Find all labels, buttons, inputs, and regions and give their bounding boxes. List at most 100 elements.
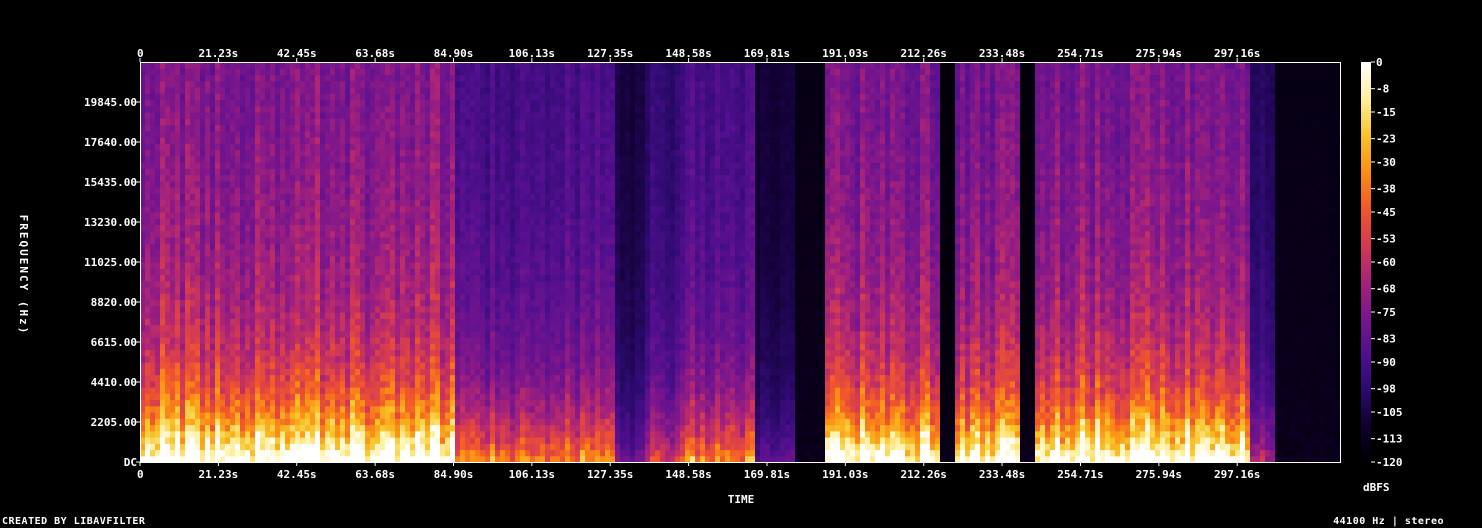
heatmap-cell [355, 430, 361, 438]
heatmap-cell [215, 243, 221, 251]
heatmap-cell [285, 105, 291, 113]
heatmap-cell [260, 430, 266, 438]
heatmap-cell [505, 87, 511, 94]
heatmap-cell [340, 180, 346, 188]
heatmap-cell [430, 280, 436, 288]
heatmap-cell [355, 424, 361, 432]
heatmap-cell [525, 199, 531, 207]
heatmap-cell [430, 449, 436, 457]
heatmap-cell [375, 193, 381, 201]
heatmap-cell [330, 162, 336, 169]
heatmap-cell [400, 99, 406, 107]
heatmap-cell [480, 305, 486, 313]
heatmap-cell [320, 68, 326, 76]
heatmap-cell [180, 387, 186, 394]
heatmap-cell [160, 343, 166, 351]
heatmap-cell [375, 162, 381, 169]
heatmap-cell [475, 349, 481, 357]
heatmap-cell [265, 280, 271, 288]
heatmap-cell [250, 68, 256, 76]
heatmap-cell [295, 74, 301, 82]
heatmap-cell [365, 399, 371, 407]
heatmap-cell [330, 143, 336, 151]
heatmap-cell [150, 274, 156, 282]
heatmap-cell [155, 337, 161, 344]
heatmap-cell [355, 405, 361, 413]
heatmap-cell [320, 87, 326, 94]
heatmap-cell [515, 430, 521, 438]
heatmap-cell [515, 349, 521, 357]
heatmap-cell [285, 443, 291, 451]
heatmap-cell [430, 424, 436, 432]
heatmap-cell [195, 205, 201, 213]
heatmap-cell [475, 218, 481, 226]
heatmap-cell [335, 393, 341, 401]
heatmap-cell [430, 430, 436, 438]
heatmap-cell [375, 230, 381, 238]
heatmap-cell [420, 268, 426, 276]
heatmap-cell [335, 274, 341, 282]
heatmap-cell [195, 312, 201, 319]
heatmap-cell [505, 399, 511, 407]
heatmap-cell [360, 318, 366, 326]
heatmap-cell [180, 368, 186, 376]
heatmap-cell [420, 80, 426, 88]
heatmap-cell [145, 199, 151, 207]
heatmap-cell [175, 249, 181, 257]
heatmap-cell [415, 193, 421, 201]
heatmap-cell [365, 405, 371, 413]
heatmap-cell [245, 374, 251, 382]
heatmap-cell [160, 280, 166, 288]
heatmap-cell [200, 393, 206, 401]
heatmap-cell [150, 149, 156, 157]
heatmap-cell [445, 187, 451, 194]
heatmap-cell [370, 118, 376, 126]
heatmap-cell [460, 180, 466, 188]
heatmap-cell [285, 299, 291, 307]
heatmap-cell [255, 205, 261, 213]
heatmap-cell [335, 112, 341, 119]
heatmap-cell [430, 118, 436, 126]
heatmap-cell [460, 268, 466, 276]
heatmap-cell [275, 424, 281, 432]
heatmap-cell [395, 180, 401, 188]
heatmap-cell [160, 305, 166, 313]
heatmap-cell [420, 437, 426, 444]
heatmap-cell [220, 62, 226, 69]
heatmap-cell [430, 362, 436, 369]
heatmap-cell [210, 74, 216, 82]
heatmap-cell [175, 412, 181, 419]
heatmap-cell [320, 268, 326, 276]
heatmap-cell [365, 187, 371, 194]
heatmap-cell [380, 324, 386, 332]
heatmap-cell [485, 399, 491, 407]
heatmap-cell [525, 312, 531, 319]
heatmap-cell [505, 424, 511, 432]
heatmap-cell [195, 293, 201, 301]
heatmap-cell [405, 187, 411, 194]
heatmap-cell [425, 293, 431, 301]
heatmap-cell [505, 218, 511, 226]
heatmap-cell [260, 112, 266, 119]
heatmap-cell [220, 162, 226, 169]
heatmap-cell [145, 305, 151, 313]
heatmap-cell [420, 112, 426, 119]
heatmap-cell [370, 249, 376, 257]
heatmap-cell [235, 105, 241, 113]
heatmap-cell [205, 255, 211, 263]
heatmap-cell [420, 74, 426, 82]
heatmap-cell [335, 318, 341, 326]
heatmap-cell [425, 249, 431, 257]
heatmap-cell [455, 287, 461, 294]
heatmap-cell [310, 399, 316, 407]
heatmap-cell [250, 418, 256, 426]
heatmap-cell [495, 155, 501, 163]
heatmap-cell [150, 80, 156, 88]
heatmap-cell [345, 318, 351, 326]
heatmap-cell [525, 218, 531, 226]
heatmap-cell [365, 387, 371, 394]
heatmap-cell [295, 130, 301, 138]
heatmap-cell [465, 224, 471, 232]
heatmap-cell [225, 424, 231, 432]
heatmap-cell [170, 287, 176, 294]
